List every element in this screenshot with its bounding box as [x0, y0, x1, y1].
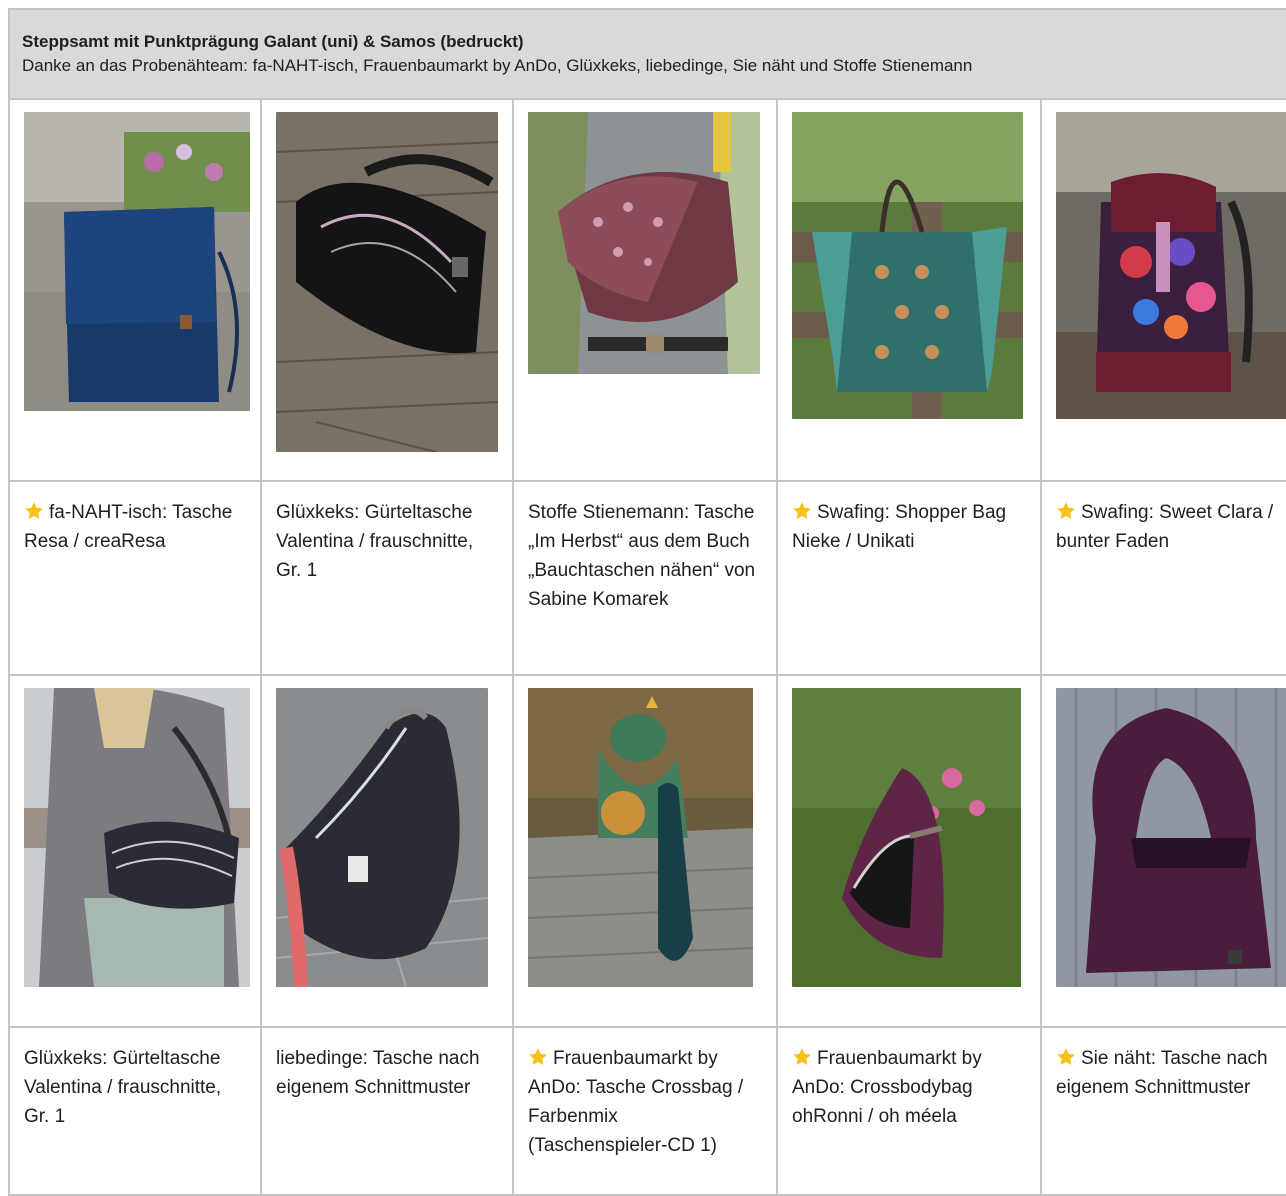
printed-crossbody-photo: [528, 112, 760, 374]
black-belt-bag-photo: [276, 112, 498, 452]
photo-cell: [260, 674, 514, 1028]
caption-cell: fa-NAHT-isch: Tasche Resa / creaResa: [8, 480, 262, 676]
thanks-line: Danke an das Probenähteam: fa-NAHT-isch,…: [22, 56, 973, 75]
caption-cell: Frauenbaumarkt by AnDo: Crossbodybag ohR…: [776, 1026, 1042, 1196]
photo-cell: [776, 98, 1042, 482]
shopper-bag-photo: [792, 112, 1023, 419]
page-title: Steppsamt mit Punktprägung Galant (uni) …: [22, 32, 524, 51]
star-icon: [1057, 1048, 1075, 1065]
star-icon: [1057, 502, 1075, 519]
document-sheet: Steppsamt mit Punktprägung Galant (uni) …: [7, 8, 1286, 1196]
caption-cell: Stoffe Stienemann: Tasche „Im Herbst“ au…: [512, 480, 778, 676]
frog-crossbag-photo: [528, 688, 753, 987]
worn-belt-bag-photo: [24, 688, 250, 987]
caption-text: Sie näht: Tasche nach eigenem Schnittmus…: [1056, 1048, 1268, 1098]
caption-text: Frauenbaumarkt by AnDo: Tasche Crossbag …: [528, 1048, 744, 1156]
photo-cell: [776, 674, 1042, 1028]
caption-cell: Swafing: Shopper Bag Nieke / Unikati: [776, 480, 1042, 676]
caption-text: Stoffe Stienemann: Tasche „Im Herbst“ au…: [528, 502, 756, 610]
caption-text: fa-NAHT-isch: Tasche Resa / creaResa: [24, 502, 233, 552]
photo-cell: [8, 98, 262, 482]
photo-cell: [512, 674, 778, 1028]
star-icon: [529, 1048, 547, 1065]
caption-text: Glüxkeks: Gürteltasche Valentina / fraus…: [24, 1048, 222, 1127]
caption-cell: Glüxkeks: Gürteltasche Valentina / fraus…: [8, 1026, 262, 1196]
caption-text: Swafing: Sweet Clara / bunter Faden: [1056, 502, 1274, 552]
caption-cell: liebedinge: Tasche nach eigenem Schnittm…: [260, 1026, 514, 1196]
banana-bag-photo: [276, 688, 488, 987]
caption-cell: Sie näht: Tasche nach eigenem Schnittmus…: [1039, 1026, 1286, 1196]
hobo-bag-photo: [1056, 688, 1286, 987]
caption-text: liebedinge: Tasche nach eigenem Schnittm…: [276, 1048, 480, 1098]
floral-backpack-photo: [1056, 112, 1286, 419]
caption-text: Swafing: Shopper Bag Nieke / Unikati: [792, 502, 1007, 552]
photo-cell: [260, 98, 514, 482]
caption-text: Glüxkeks: Gürteltasche Valentina / fraus…: [276, 502, 474, 581]
photo-cell: [1039, 98, 1286, 482]
star-icon: [793, 1048, 811, 1065]
caption-text: Frauenbaumarkt by AnDo: Crossbodybag ohR…: [792, 1048, 982, 1127]
table-header: Steppsamt mit Punktprägung Galant (uni) …: [7, 8, 1286, 100]
crossbodybag-photo: [792, 688, 1021, 987]
fabric-sample-table: Steppsamt mit Punktprägung Galant (uni) …: [7, 8, 1286, 1196]
star-icon: [25, 502, 43, 519]
photo-cell: [1039, 674, 1286, 1028]
caption-cell: Swafing: Sweet Clara / bunter Faden: [1039, 480, 1286, 676]
photo-cell: [8, 674, 262, 1028]
navy-quilted-bag-photo: [24, 112, 250, 411]
star-icon: [793, 502, 811, 519]
photo-cell: [512, 98, 778, 482]
caption-cell: Glüxkeks: Gürteltasche Valentina / fraus…: [260, 480, 514, 676]
caption-cell: Frauenbaumarkt by AnDo: Tasche Crossbag …: [512, 1026, 778, 1196]
